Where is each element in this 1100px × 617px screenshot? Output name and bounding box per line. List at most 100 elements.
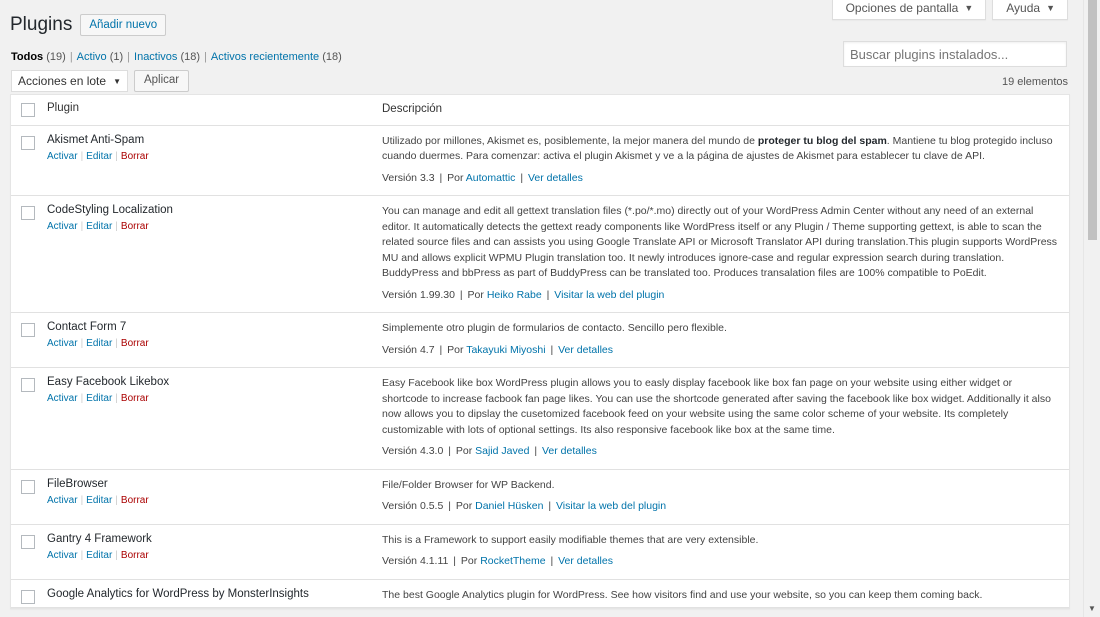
plugin-checkbox[interactable] <box>21 589 35 604</box>
edit-link[interactable]: Editar <box>86 151 112 162</box>
action-separator: | <box>115 150 118 162</box>
delete-link[interactable]: Borrar <box>121 495 149 506</box>
edit-link[interactable]: Editar <box>86 338 112 349</box>
meta-separator: | <box>445 445 454 457</box>
filter-separator: | <box>204 51 207 63</box>
by-label: Por <box>455 445 473 457</box>
meta-separator: | <box>450 555 459 567</box>
column-header-description: Descripción <box>382 103 443 115</box>
action-separator: | <box>115 494 118 506</box>
help-label: Ayuda <box>1006 1 1041 15</box>
plugin-title-cell: Easy Facebook Likebox Activar | Editar | Borr… <box>47 368 382 469</box>
plugin-checkbox[interactable] <box>21 378 35 392</box>
description-text: Utilizado por millones, Akismet es, posi… <box>382 134 758 147</box>
column-header-plugin[interactable]: Plugin <box>47 95 382 125</box>
plugin-title-cell: Google Analytics for WordPress by Monste… <box>47 580 382 608</box>
plugin-description: You can manage and edit all gettext tran… <box>382 204 1059 282</box>
filter-count: (19) <box>46 51 66 63</box>
plugin-author-link[interactable]: Sajid Javed <box>475 445 529 457</box>
by-label: Por <box>447 171 464 184</box>
activate-link[interactable]: Activar <box>47 221 78 232</box>
plugin-details-link[interactable]: Ver detalles <box>558 555 613 567</box>
filter-label: Inactivos <box>134 51 178 63</box>
plugin-description: Simplemente otro plugin de formularios d… <box>382 321 1059 337</box>
plugin-version-author: Versión 3.3 | Por Automattic | Ver detal… <box>382 171 1059 196</box>
plugin-title-cell: FileBrowser Activar | Editar | Borrar <box>47 470 382 524</box>
filter-todos[interactable]: Todos (19) <box>11 51 66 63</box>
edit-link[interactable]: Editar <box>86 393 112 404</box>
delete-link[interactable]: Borrar <box>121 338 149 349</box>
page-scrollbar[interactable]: ▼ <box>1083 0 1100 617</box>
delete-link[interactable]: Borrar <box>121 393 149 404</box>
bulk-actions-select[interactable]: Acciones en lote ▼ <box>11 70 128 92</box>
edit-link[interactable]: Editar <box>86 221 112 232</box>
plugin-details-link[interactable]: Visitar la web del plugin <box>556 500 666 512</box>
action-separator: | <box>115 393 118 404</box>
plugin-author-link[interactable]: Automattic <box>466 172 516 184</box>
delete-link[interactable]: Borrar <box>121 550 149 561</box>
row-checkbox-cell <box>11 313 47 367</box>
plugin-version: Versión 4.7 <box>382 343 435 356</box>
activate-link[interactable]: Activar <box>47 151 78 162</box>
meta-separator: | <box>436 171 446 184</box>
plugin-checkbox[interactable] <box>21 135 35 150</box>
table-row: Contact Form 7 Activar | Editar | Borrar Simpl… <box>11 313 1069 368</box>
apply-button[interactable]: Aplicar <box>133 70 190 92</box>
caret-down-icon: ▼ <box>1046 3 1055 13</box>
scroll-down-arrow-icon[interactable]: ▼ <box>1088 604 1096 613</box>
plugins-table: Plugin Descripción Akismet Anti-Spam Acti… <box>10 94 1070 609</box>
select-all-checkbox[interactable] <box>21 103 35 117</box>
row-checkbox-cell <box>11 126 47 196</box>
filter-activo[interactable]: Activo (1) <box>77 51 123 63</box>
scrollbar-thumb[interactable] <box>1088 0 1097 240</box>
table-row: Gantry 4 Framework Activar | Editar | Borrar T… <box>11 525 1069 580</box>
row-actions: Activar | Editar | Borrar <box>47 151 382 162</box>
filter-activos-recientemente[interactable]: Activos recientemente (18) <box>211 51 342 63</box>
delete-link[interactable]: Borrar <box>121 151 149 162</box>
meta-separator: | <box>456 288 466 301</box>
edit-link[interactable]: Editar <box>86 495 112 506</box>
description-emphasis: proteger tu blog del spam <box>757 134 887 147</box>
plugin-version-author: Versión 4.7 | Por Takayuki Miyoshi | Ver… <box>382 343 1059 368</box>
plugin-author-link[interactable]: Heiko Rabe <box>487 289 542 301</box>
plugin-rows: Akismet Anti-Spam Activar | Editar | Borrar Ut… <box>11 126 1069 608</box>
add-new-button[interactable]: Añadir nuevo <box>80 14 167 36</box>
activate-link[interactable]: Activar <box>47 495 78 506</box>
activate-link[interactable]: Activar <box>47 393 78 404</box>
edit-link[interactable]: Editar <box>86 550 112 561</box>
plugin-version: Versión 4.1.11 <box>382 555 449 567</box>
plugin-checkbox[interactable] <box>21 534 35 549</box>
meta-separator: | <box>543 288 553 301</box>
filter-separator: | <box>127 51 131 63</box>
row-actions: Activar | Editar | Borrar <box>47 550 382 561</box>
plugin-checkbox[interactable] <box>21 479 35 494</box>
activate-link[interactable]: Activar <box>47 550 78 561</box>
plugin-version: Versión 1.99.30 <box>382 288 455 301</box>
action-separator: | <box>115 221 118 232</box>
table-header: Plugin Descripción <box>11 95 1069 126</box>
plugin-author-link[interactable]: RocketTheme <box>480 555 545 567</box>
screen-options-button[interactable]: Opciones de pantalla ▼ <box>831 0 987 20</box>
plugin-author-link[interactable]: Takayuki Miyoshi <box>466 344 545 356</box>
plugin-author-link[interactable]: Daniel Hüsken <box>475 500 543 512</box>
help-button[interactable]: Ayuda ▼ <box>992 0 1068 20</box>
filter-label: Activos recientemente <box>210 51 320 63</box>
search-plugins-input[interactable] <box>843 41 1067 67</box>
plugin-details-link[interactable]: Ver detalles <box>542 445 597 457</box>
by-label: Por <box>447 343 464 356</box>
plugin-status-filters: Todos (19) | Activo (1) | Inactivos (18) | Act… <box>11 51 342 63</box>
plugin-checkbox[interactable] <box>21 206 35 220</box>
plugin-version-author: Versión 4.3.0 | Por Sajid Javed | Ver de… <box>382 444 1059 469</box>
filter-inactivos[interactable]: Inactivos (18) <box>134 51 200 63</box>
plugin-description-cell: Utilizado por millones, Akismet es, posi… <box>382 126 1069 196</box>
plugin-details-link[interactable]: Ver detalles <box>528 172 583 184</box>
plugin-details-link[interactable]: Ver detalles <box>558 344 613 356</box>
delete-link[interactable]: Borrar <box>121 221 149 232</box>
plugin-name: CodeStyling Localization <box>47 204 173 216</box>
table-row: FileBrowser Activar | Editar | Borrar File/Fol… <box>11 470 1069 525</box>
plugin-checkbox[interactable] <box>21 323 35 337</box>
plugin-details-link[interactable]: Visitar la web del plugin <box>554 289 664 301</box>
activate-link[interactable]: Activar <box>47 338 78 349</box>
screen-meta-links: Opciones de pantalla ▼ Ayuda ▼ <box>831 0 1068 20</box>
by-label: Por <box>455 500 473 512</box>
